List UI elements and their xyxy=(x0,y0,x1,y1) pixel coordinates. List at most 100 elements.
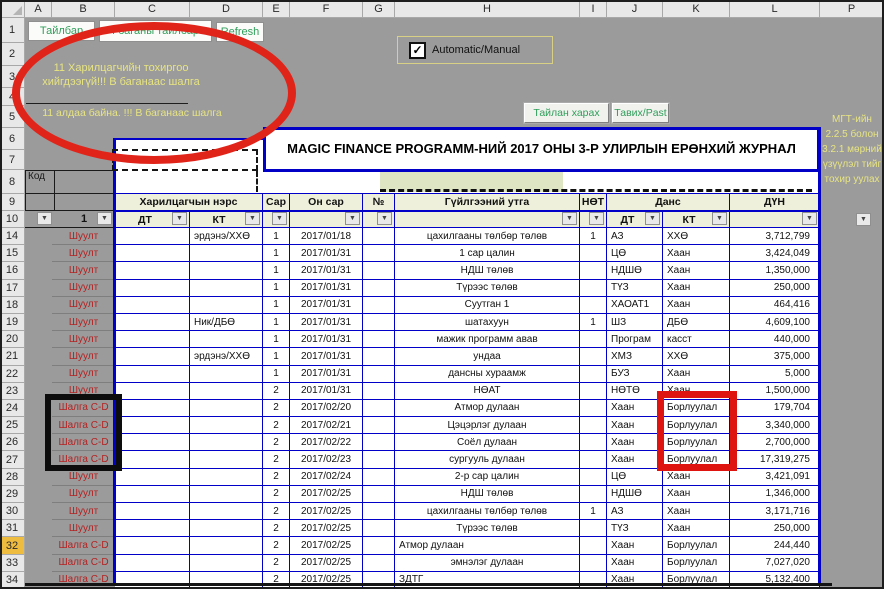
column-header-F[interactable]: F xyxy=(290,0,363,18)
filter-dropdown-icon[interactable]: ▼ xyxy=(272,212,287,225)
cell-H30[interactable]: цахилгааны төлбөр төлөв xyxy=(395,503,580,520)
cell-D14[interactable]: эрдэнэ/ХХӨ xyxy=(190,228,263,245)
cell-G29[interactable] xyxy=(363,486,395,503)
row-header-14[interactable]: 14 xyxy=(0,228,25,245)
cell-G20[interactable] xyxy=(363,331,395,348)
cell-G25[interactable] xyxy=(363,417,395,434)
row-header-1[interactable]: 1 xyxy=(0,18,25,43)
cell-I23[interactable] xyxy=(580,383,607,400)
cell-C30[interactable] xyxy=(115,503,190,520)
cell-I24[interactable] xyxy=(580,400,607,417)
cell-G28[interactable] xyxy=(363,469,395,486)
cell-G26[interactable] xyxy=(363,434,395,451)
cell-H18[interactable]: Суутган 1 xyxy=(395,297,580,314)
cell-B18[interactable]: Шуулт xyxy=(52,297,115,314)
table-header-1[interactable]: Харилцагчын нэрс xyxy=(115,193,263,211)
table-header-6[interactable]: НӨТ xyxy=(580,193,607,211)
column-header-H[interactable]: H xyxy=(395,0,580,18)
cell-L25[interactable]: 3,340,000 xyxy=(730,417,820,434)
cell-I33[interactable] xyxy=(580,555,607,572)
row-header-16[interactable]: 16 xyxy=(0,262,25,279)
cell-K32[interactable]: Борлуулал xyxy=(663,537,730,554)
row-header-18[interactable]: 18 xyxy=(0,297,25,314)
cell-F16[interactable]: 2017/01/31 xyxy=(290,262,363,279)
cell-I29[interactable] xyxy=(580,486,607,503)
cell-K20[interactable]: касст xyxy=(663,331,730,348)
cell-D21[interactable]: эрдэнэ/ХХӨ xyxy=(190,348,263,365)
cell-B22[interactable]: Шуулт xyxy=(52,366,115,383)
cell-G34[interactable] xyxy=(363,572,395,589)
cell-E21[interactable]: 1 xyxy=(263,348,290,365)
cell-C28[interactable] xyxy=(115,469,190,486)
cell-G16[interactable] xyxy=(363,262,395,279)
cell-C27[interactable] xyxy=(115,451,190,468)
row-header-10[interactable]: 10 xyxy=(0,211,25,228)
cell-G31[interactable] xyxy=(363,520,395,537)
filter-dropdown-icon[interactable]: ▼ xyxy=(802,212,817,225)
cell-J17[interactable]: ТҮЗ xyxy=(607,280,663,297)
column-header-L[interactable]: L xyxy=(730,0,820,18)
row-header-31[interactable]: 31 xyxy=(0,520,25,537)
row-header-22[interactable]: 22 xyxy=(0,366,25,383)
cell-G18[interactable] xyxy=(363,297,395,314)
cell-K31[interactable]: Хаан xyxy=(663,520,730,537)
cell-H17[interactable]: Түрээс төлөв xyxy=(395,280,580,297)
cell-L16[interactable]: 1,350,000 xyxy=(730,262,820,279)
cell-J34[interactable]: Хаан xyxy=(607,572,663,589)
row-header-24[interactable]: 24 xyxy=(0,400,25,417)
column-header-I[interactable]: I xyxy=(580,0,607,18)
cell-E26[interactable]: 2 xyxy=(263,434,290,451)
cell-D27[interactable] xyxy=(190,451,263,468)
cell-I15[interactable] xyxy=(580,245,607,262)
row-header-29[interactable]: 29 xyxy=(0,486,25,503)
cell-C26[interactable] xyxy=(115,434,190,451)
cell-G14[interactable] xyxy=(363,228,395,245)
cell-I18[interactable] xyxy=(580,297,607,314)
cell-C19[interactable] xyxy=(115,314,190,331)
table-subheader-9[interactable]: КТ▼ xyxy=(663,211,730,228)
cell-H31[interactable]: Түрээс төлөв xyxy=(395,520,580,537)
filter-dropdown-icon[interactable]: ▼ xyxy=(589,212,604,225)
cell-J15[interactable]: ЦӨ xyxy=(607,245,663,262)
column-header-E[interactable]: E xyxy=(263,0,290,18)
cell-L31[interactable]: 250,000 xyxy=(730,520,820,537)
cell-I16[interactable] xyxy=(580,262,607,279)
cell-F23[interactable]: 2017/01/31 xyxy=(290,383,363,400)
a9-cell[interactable] xyxy=(25,193,55,211)
cell-C15[interactable] xyxy=(115,245,190,262)
cell-L29[interactable]: 1,346,000 xyxy=(730,486,820,503)
row-header-2[interactable]: 2 xyxy=(0,43,25,66)
cell-L17[interactable]: 250,000 xyxy=(730,280,820,297)
cell-K22[interactable]: Хаан xyxy=(663,366,730,383)
row-header-34[interactable]: 34 xyxy=(0,572,25,589)
cell-C25[interactable] xyxy=(115,417,190,434)
cell-C34[interactable] xyxy=(115,572,190,589)
cell-E24[interactable]: 2 xyxy=(263,400,290,417)
cell-K16[interactable]: Хаан xyxy=(663,262,730,279)
cell-G32[interactable] xyxy=(363,537,395,554)
cell-K30[interactable]: Хаан xyxy=(663,503,730,520)
cell-L26[interactable]: 2,700,000 xyxy=(730,434,820,451)
cell-L21[interactable]: 375,000 xyxy=(730,348,820,365)
cell-F14[interactable]: 2017/01/18 xyxy=(290,228,363,245)
cell-E28[interactable]: 2 xyxy=(263,469,290,486)
cell-B17[interactable]: Шуулт xyxy=(52,280,115,297)
cell-L33[interactable]: 7,027,020 xyxy=(730,555,820,572)
table-header-8[interactable]: ДҮН xyxy=(730,193,820,211)
cell-J28[interactable]: ЦӨ xyxy=(607,469,663,486)
cell-I17[interactable] xyxy=(580,280,607,297)
cell-K33[interactable]: Борлуулал xyxy=(663,555,730,572)
paste-button[interactable]: Тавих/Past xyxy=(612,103,669,123)
cell-F21[interactable]: 2017/01/31 xyxy=(290,348,363,365)
row-header-25[interactable]: 25 xyxy=(0,417,25,434)
cell-G19[interactable] xyxy=(363,314,395,331)
cell-E23[interactable]: 2 xyxy=(263,383,290,400)
cell-I27[interactable] xyxy=(580,451,607,468)
cell-B19[interactable]: Шуулт xyxy=(52,314,115,331)
cell-H14[interactable]: цахилгааны төлбөр төлөв xyxy=(395,228,580,245)
cell-I30[interactable]: 1 xyxy=(580,503,607,520)
cell-E32[interactable]: 2 xyxy=(263,537,290,554)
cell-H26[interactable]: Соёл дулаан xyxy=(395,434,580,451)
cell-D34[interactable] xyxy=(190,572,263,589)
cell-D30[interactable] xyxy=(190,503,263,520)
